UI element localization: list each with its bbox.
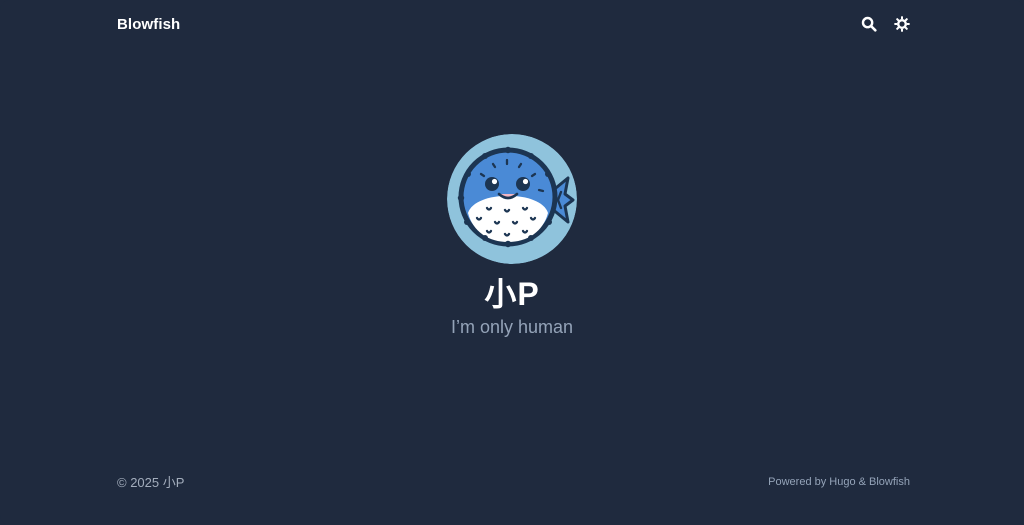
sun-icon xyxy=(894,16,910,32)
search-icon xyxy=(861,16,877,32)
copyright-text: © 2025 小P xyxy=(117,475,185,490)
powered-by-text: Powered by Hugo & Blowfish xyxy=(768,475,910,488)
browser-window: Blowfish 小P I’m only human © 2025 小P Pow… xyxy=(0,0,1024,525)
author-headline: I’m only human xyxy=(450,317,574,337)
header-actions xyxy=(861,16,910,32)
search-button[interactable] xyxy=(861,16,877,32)
site-footer: © 2025 小P Powered by Hugo & Blowfish xyxy=(117,472,910,491)
profile-hero: 小P I’m only human xyxy=(0,134,1024,338)
theme-toggle-button[interactable] xyxy=(894,16,910,32)
site-title-link[interactable]: Blowfish xyxy=(117,16,180,33)
author-name: 小P xyxy=(484,276,540,312)
site-header: Blowfish xyxy=(117,12,910,36)
blowfish-avatar xyxy=(447,134,577,264)
